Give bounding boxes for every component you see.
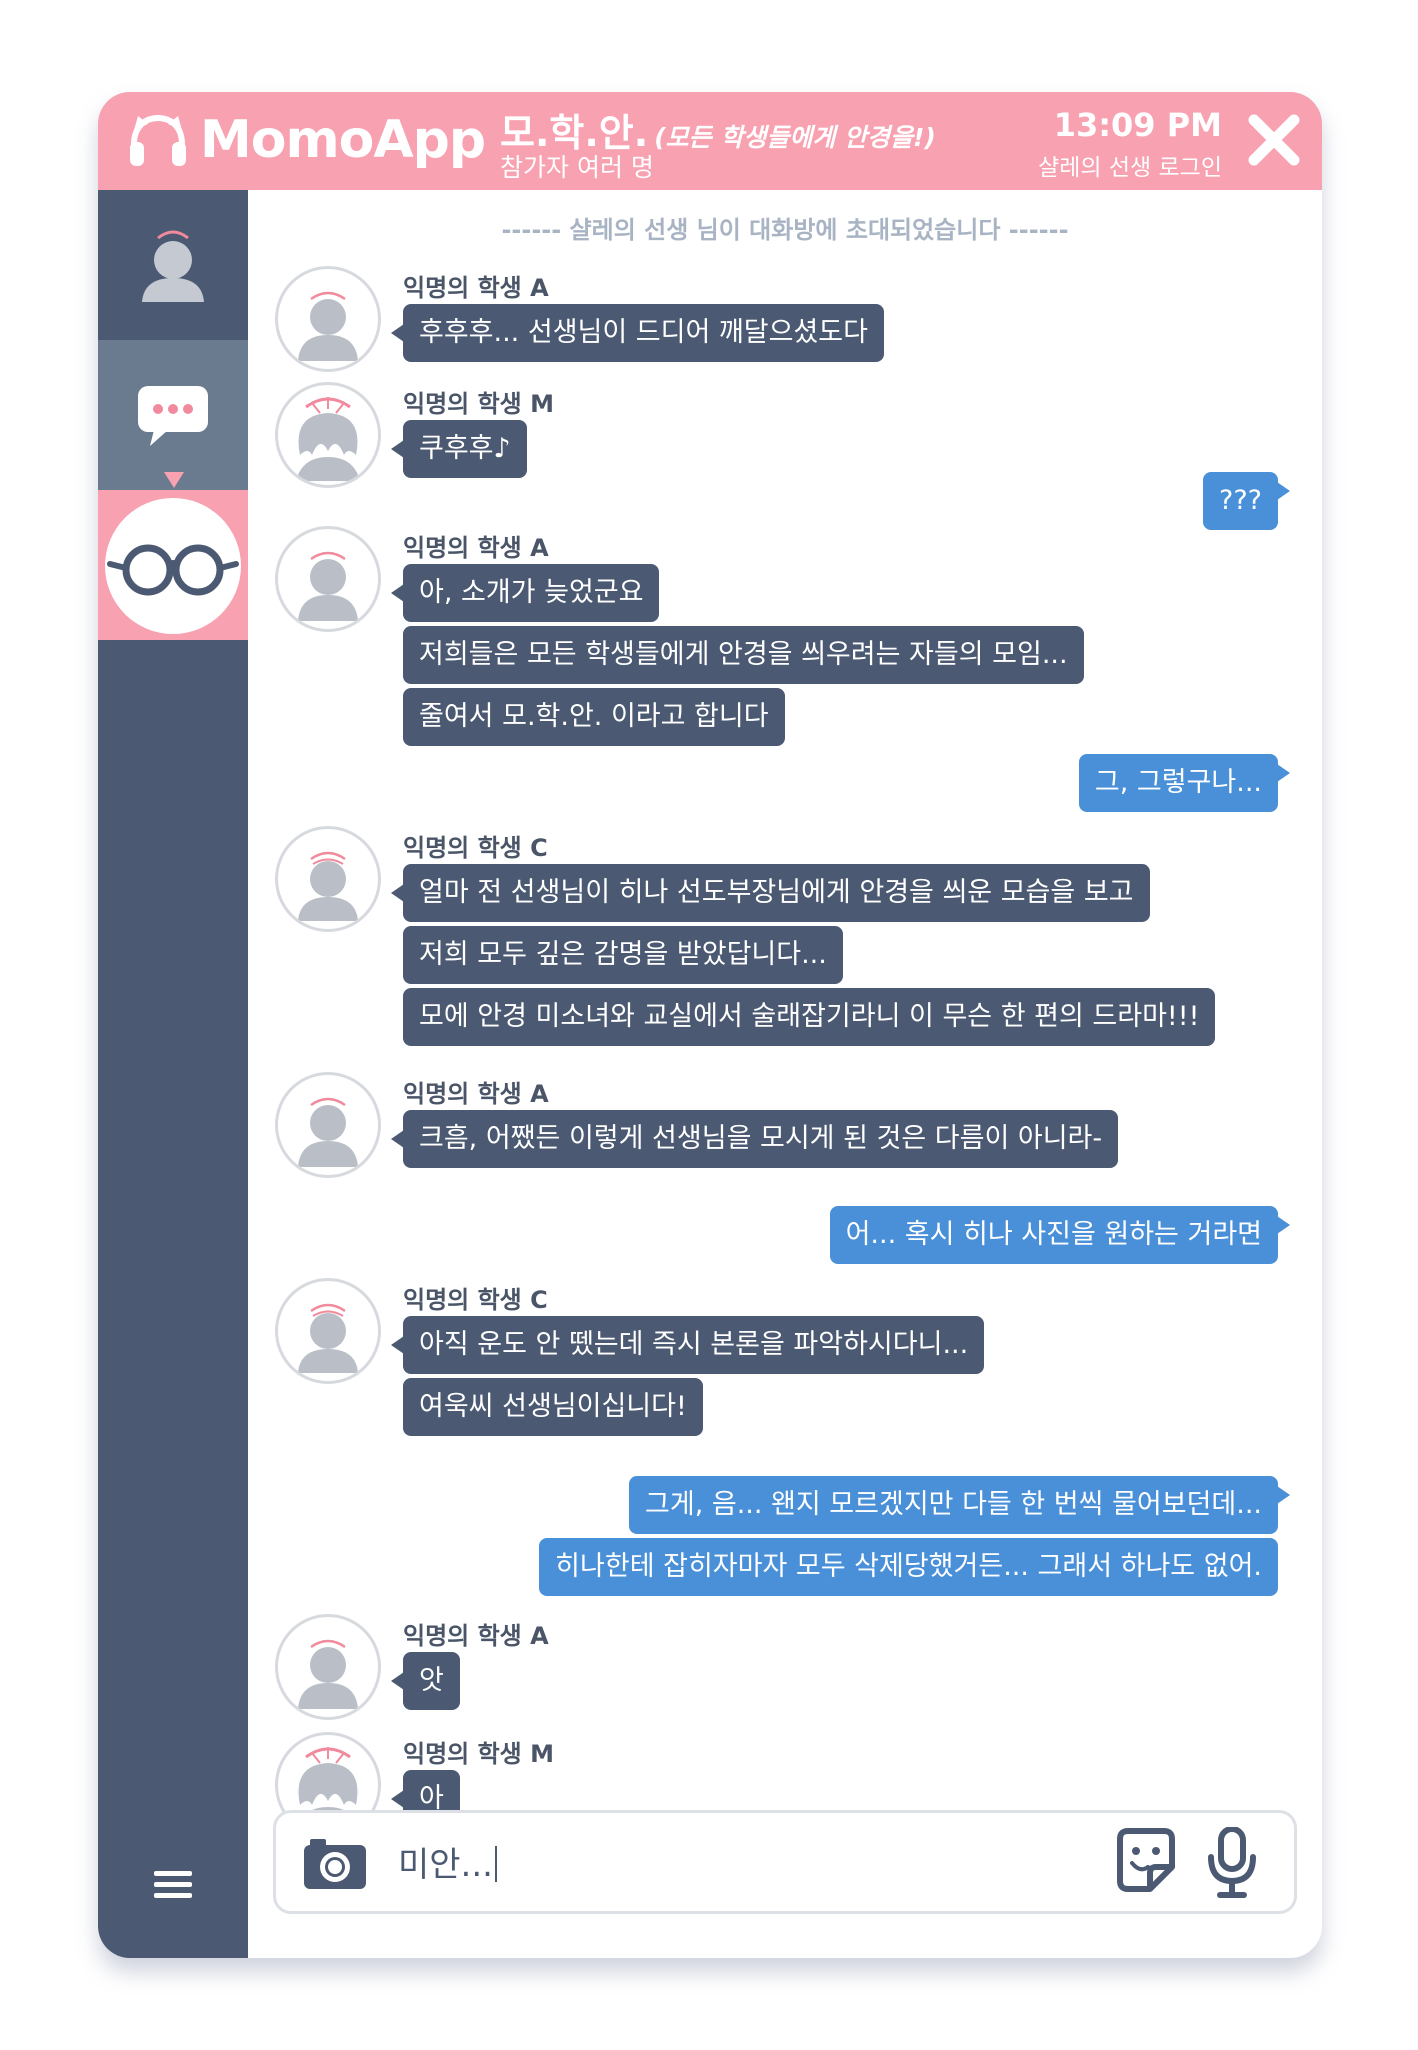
sender-name: 익명의 학생 A: [403, 534, 549, 562]
student-avatar-icon: [298, 851, 358, 921]
sender-name: 익명의 학생 C: [403, 1286, 548, 1314]
avatar[interactable]: [275, 266, 381, 372]
participant-count: 참가자 여러 명: [500, 153, 654, 182]
message-bubble: 앗: [391, 1652, 460, 1710]
text-caret: [494, 1846, 497, 1882]
message-bubble: 모에 안경 미소녀와 교실에서 술래잡기라니 이 무슨 한 편의 드라마!!!: [403, 988, 1216, 1046]
headphones-icon: [126, 110, 190, 170]
sticker-button[interactable]: [1114, 1827, 1178, 1895]
message-bubble: 얼마 전 선생님이 히나 선도부장님에게 안경을 씌운 모습을 보고: [391, 864, 1150, 922]
sender-name: 익명의 학생 C: [403, 834, 548, 862]
sent-message-bubble: 그게, 음... 왠지 모르겠지만 다들 한 번씩 물어보던데...: [629, 1476, 1290, 1534]
sender-name: 익명의 학생 A: [403, 1622, 549, 1650]
student-avatar-icon: [296, 397, 360, 481]
message-bubble: 저희 모두 깊은 감명을 받았답니다...: [403, 926, 843, 984]
message-bubble: 아, 소개가 늦었군요: [390, 564, 660, 622]
message-bubble: 크흠, 어쨌든 이렇게 선생님을 모시게 된 것은 다름이 아니라-: [390, 1110, 1119, 1168]
avatar[interactable]: [275, 526, 381, 632]
glasses-icon: [98, 498, 248, 644]
student-avatar-icon: [298, 1639, 358, 1709]
sidebar-item-profile[interactable]: [98, 190, 248, 340]
sidebar: [98, 190, 248, 1958]
student-avatar-icon: [298, 1097, 358, 1167]
menu-icon: [148, 1871, 198, 1909]
sent-message-bubble: ???: [1203, 472, 1290, 530]
room-tagline: (모든 학생들에게 안경을!): [654, 123, 936, 152]
sender-name: 익명의 학생 M: [403, 390, 554, 418]
chat-area[interactable]: ------ 샬레의 선생 님이 대화방에 초대되었습니다 ------ 익명의…: [248, 190, 1322, 1856]
close-icon: [1246, 112, 1302, 168]
sender-name: 익명의 학생 A: [403, 1080, 549, 1108]
camera-button[interactable]: [302, 1833, 368, 1893]
message-input-bar[interactable]: 미안...: [273, 1810, 1297, 1914]
avatar[interactable]: [275, 1614, 381, 1720]
sticker-icon: [1114, 1828, 1178, 1899]
message-bubble: 쿠후후♪: [391, 420, 527, 478]
sidebar-item-chat[interactable]: [98, 340, 248, 490]
microphone-icon: [1206, 1826, 1258, 1903]
menu-button[interactable]: [148, 1865, 198, 1905]
message-input[interactable]: 미안...: [398, 1837, 497, 1886]
close-button[interactable]: [1246, 112, 1302, 168]
sent-message-bubble: 그, 그렇구나...: [1078, 754, 1291, 812]
message-bubble: 후후후... 선생님이 드디어 깨달으셨도다: [391, 304, 884, 362]
selection-pointer: [164, 472, 184, 488]
avatar[interactable]: [275, 382, 381, 488]
message-bubble: 줄여서 모.학.안. 이라고 합니다: [403, 688, 785, 746]
login-status: 샬레의 선생 로그인: [1038, 155, 1222, 181]
sender-name: 익명의 학생 M: [403, 1740, 554, 1768]
message-bubble: 아직 운도 안 뗐는데 즉시 본론을 파악하시다니...: [390, 1316, 985, 1374]
sidebar-item-room[interactable]: [98, 490, 248, 640]
sent-message-bubble: 어... 혹시 히나 사진을 원하는 거라면: [829, 1206, 1291, 1264]
sender-name: 익명의 학생 A: [403, 274, 549, 302]
chat-window: MomoApp 모.학.안. (모든 학생들에게 안경을!) 참가자 여러 명 1…: [98, 92, 1322, 1958]
student-avatar-icon: [298, 291, 358, 361]
title-bar: MomoApp 모.학.안. (모든 학생들에게 안경을!) 참가자 여러 명 1…: [98, 92, 1322, 190]
app-logo: MomoApp: [126, 110, 486, 170]
message-bubble: 여욱씨 선생님이십니다!: [403, 1378, 703, 1436]
clock: 13:09 PM: [1053, 106, 1222, 144]
message-bubble: 저희들은 모든 학생들에게 안경을 씌우려는 자들의 모임...: [403, 626, 1084, 684]
avatar[interactable]: [275, 1072, 381, 1178]
camera-icon: [302, 1839, 368, 1897]
microphone-button[interactable]: [1206, 1826, 1258, 1899]
student-avatar-icon: [298, 1303, 358, 1373]
avatar[interactable]: [275, 1278, 381, 1384]
avatar[interactable]: [275, 826, 381, 932]
message-input-value: 미안...: [398, 1845, 493, 1885]
system-notice: ------ 샬레의 선생 님이 대화방에 초대되었습니다 ------: [501, 216, 1069, 244]
sent-message-bubble: 히나한테 잡히자마자 모두 삭제당했거든... 그래서 하나도 없어.: [539, 1538, 1278, 1596]
app-name: MomoApp: [200, 110, 486, 170]
student-avatar-icon: [298, 551, 358, 621]
